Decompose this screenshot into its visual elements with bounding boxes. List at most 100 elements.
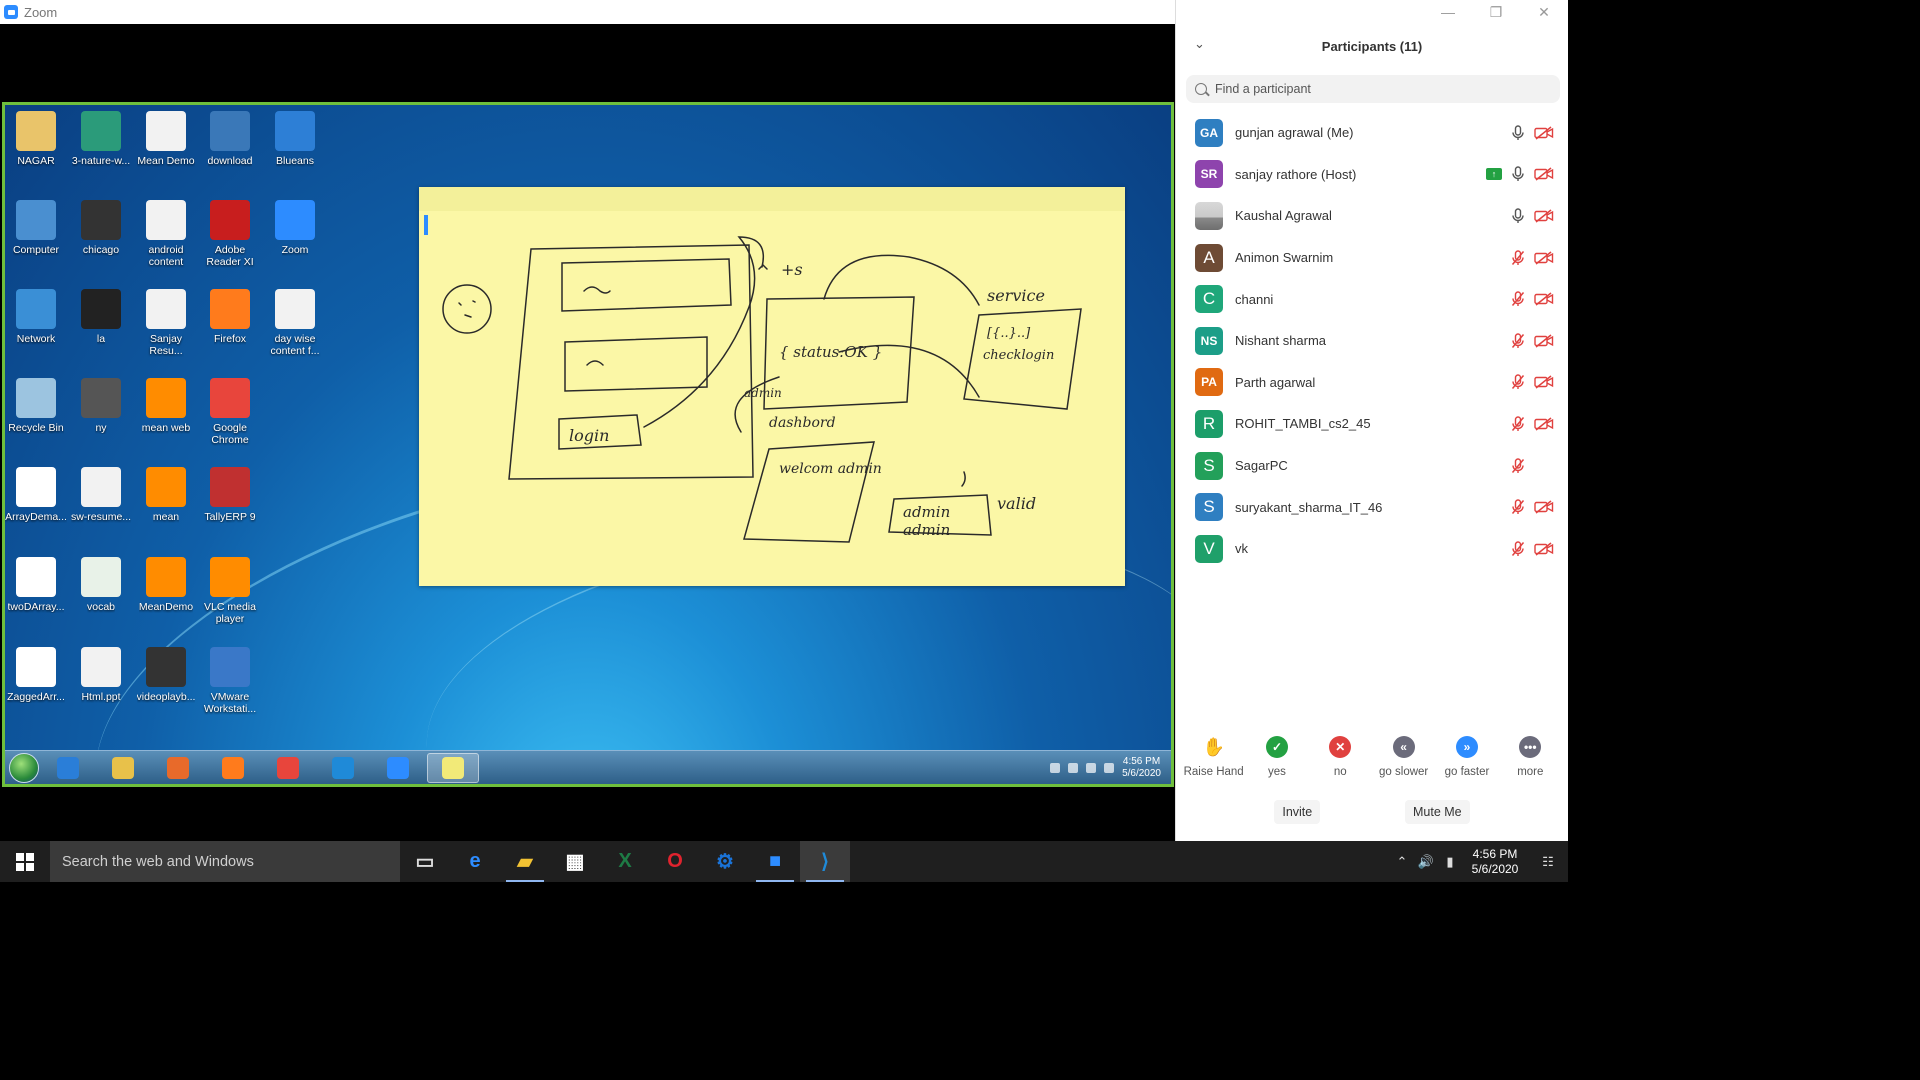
participant-row[interactable]: Vvk [1176,528,1568,570]
shared-taskbar-ie-button[interactable] [42,753,94,783]
desktop-icon[interactable]: VMware Workstati... [197,647,263,715]
reaction-go-slower-button[interactable]: « go slower [1373,736,1435,778]
shared-taskbar-vscode-button[interactable] [317,753,369,783]
participant-row[interactable]: A Animon Swarnim [1176,237,1568,279]
desktop-icon[interactable]: NAGAR [5,111,69,167]
video-placeholder [1534,456,1554,476]
mute-me-button[interactable]: Mute Me [1404,800,1470,824]
shared-system-tray: 4:56 PM 5/6/2020 [1050,751,1161,784]
taskbar-excel-button[interactable]: X [600,841,650,882]
zoom-icon [387,756,409,779]
battery-icon[interactable]: ▮ [1438,854,1462,870]
desktop-icon[interactable]: la [68,289,134,345]
desktop-icon[interactable]: ny [68,378,134,434]
reaction-icon: ✋ [1202,736,1225,757]
participant-row[interactable]: SR sanjay rathore (Host) ↑ [1176,154,1568,196]
desktop-icon-image [81,378,121,418]
desktop-icon[interactable]: day wise content f... [262,289,328,357]
participant-row[interactable]: R ROHIT_TAMBI_cs2_45 [1176,403,1568,445]
shared-taskbar-sticky-button[interactable] [427,752,479,783]
participant-search-input[interactable] [1215,82,1535,96]
reaction-raise-hand-button[interactable]: ✋ Raise Hand [1183,736,1245,779]
shared-taskbar-explorer-button[interactable] [97,753,149,783]
taskbar-file-explorer-button[interactable]: ▰ [500,841,550,882]
desktop-icon[interactable]: ZaggedArr... [5,647,69,703]
desktop-icon-image [81,557,121,597]
desktop-icon-label: Adobe Reader XI [206,244,254,268]
restore-button[interactable]: ❐ [1472,0,1520,24]
reaction-icon: « [1392,736,1415,758]
reaction-label: yes [1268,766,1286,778]
desktop-icon[interactable]: download [197,111,263,167]
desktop-icon[interactable]: vocab [68,557,134,613]
notifications-icon[interactable]: ☷ [1528,854,1568,870]
participant-row[interactable]: S SagarPC [1176,445,1568,487]
participant-row[interactable]: Kaushal Agrawal [1176,195,1568,237]
participant-row[interactable]: Cchanni [1176,278,1568,320]
shared-taskbar-zoom-button[interactable] [372,753,424,783]
host-clock[interactable]: 4:56 PM 5/6/2020 [1462,847,1528,877]
start-button[interactable] [0,841,50,882]
reaction-no-button[interactable]: ✕ no [1309,736,1371,778]
zoom-icon: ■ [768,850,782,872]
excel-icon: X [618,850,632,872]
task-view-icon: ▭ [415,851,435,873]
desktop-icon[interactable]: mean [133,467,199,523]
taskbar-task-view-button[interactable]: ▭ [400,841,450,882]
reaction-yes-button[interactable]: ✓ yes [1246,736,1308,778]
sticky-note-whiteboard[interactable]: login +s { status:OK } service [{..}..] … [419,187,1125,586]
participant-row[interactable]: Ssuryakant_sharma_IT_46 [1176,486,1568,528]
taskbar-search-input[interactable] [62,853,392,870]
taskbar-zoom-button[interactable]: ■ [750,841,800,882]
video-off-icon [1534,248,1554,268]
taskbar-vscode-button[interactable]: ⟩ [800,841,850,882]
desktop-icon[interactable]: Adobe Reader XI [197,200,263,268]
avatar: NS [1195,326,1223,355]
desktop-icon[interactable]: MeanDemo [133,557,199,613]
shared-taskbar-media-button[interactable] [152,753,204,783]
desktop-icon[interactable]: Firefox [197,289,263,345]
desktop-icon[interactable]: 3-nature-w... [68,111,134,167]
reaction-go-faster-button[interactable]: » go faster [1436,736,1498,778]
taskbar-settings-button[interactable]: ⚙ [700,841,750,882]
desktop-icon[interactable]: chicago [68,200,134,256]
desktop-icon-image [210,289,250,329]
desktop-icon[interactable]: Zoom [262,200,328,256]
pinned-apps: ▭ e ▰ ▦ X O ⚙ ■ ⟩ [400,841,850,882]
volume-icon[interactable]: 🔊 [1414,854,1438,870]
shared-taskbar-chrome-button[interactable] [262,753,314,783]
tray-icon [1050,763,1061,773]
taskbar-opera-button[interactable]: O [650,841,700,882]
chevron-up-icon[interactable]: ⌃ [1390,854,1414,870]
participant-status [1508,539,1554,559]
desktop-icon[interactable]: videoplayb... [133,647,199,703]
desktop-icon[interactable]: Html.ppt [68,647,134,703]
minimize-button[interactable]: — [1424,0,1472,24]
participant-row[interactable]: PA Parth agarwal [1176,362,1568,404]
desktop-icon[interactable]: twoDArray... [5,557,69,613]
desktop-icon[interactable]: Sanjay Resu... [133,289,199,357]
desktop-icon[interactable]: Google Chrome [197,378,263,446]
desktop-icon[interactable]: sw-resume... [68,467,134,523]
close-button[interactable]: ✕ [1520,0,1568,24]
desktop-icon[interactable]: Blueans [262,111,328,167]
desktop-icon[interactable]: android content [133,200,199,268]
shared-taskbar-firefox-button[interactable] [207,753,259,783]
participant-row[interactable]: NS Nishant sharma [1176,320,1568,362]
taskbar-store-button[interactable]: ▦ [550,841,600,882]
desktop-icon[interactable]: Network [5,289,69,345]
desktop-icon[interactable]: TallyERP 9 [197,467,263,523]
invite-button[interactable]: Invite [1274,800,1321,824]
desktop-icon-label: Blueans [276,155,314,167]
reaction-more-button[interactable]: ••• more [1499,736,1561,778]
desktop-icon[interactable]: Computer [5,200,69,256]
desktop-icon[interactable]: Recycle Bin [5,378,69,434]
desktop-icon[interactable]: VLC media player [197,557,263,625]
desktop-icon[interactable]: Mean Demo [133,111,199,167]
taskbar-edge-button[interactable]: e [450,841,500,882]
desktop-icon[interactable]: mean web [133,378,199,434]
mic-muted-icon [1508,456,1528,476]
participant-row[interactable]: GA gunjan agrawal (Me) [1176,112,1568,154]
desktop-icon[interactable]: ArrayDema... [5,467,69,523]
desktop-icon-label: Sanjay Resu... [149,333,183,357]
